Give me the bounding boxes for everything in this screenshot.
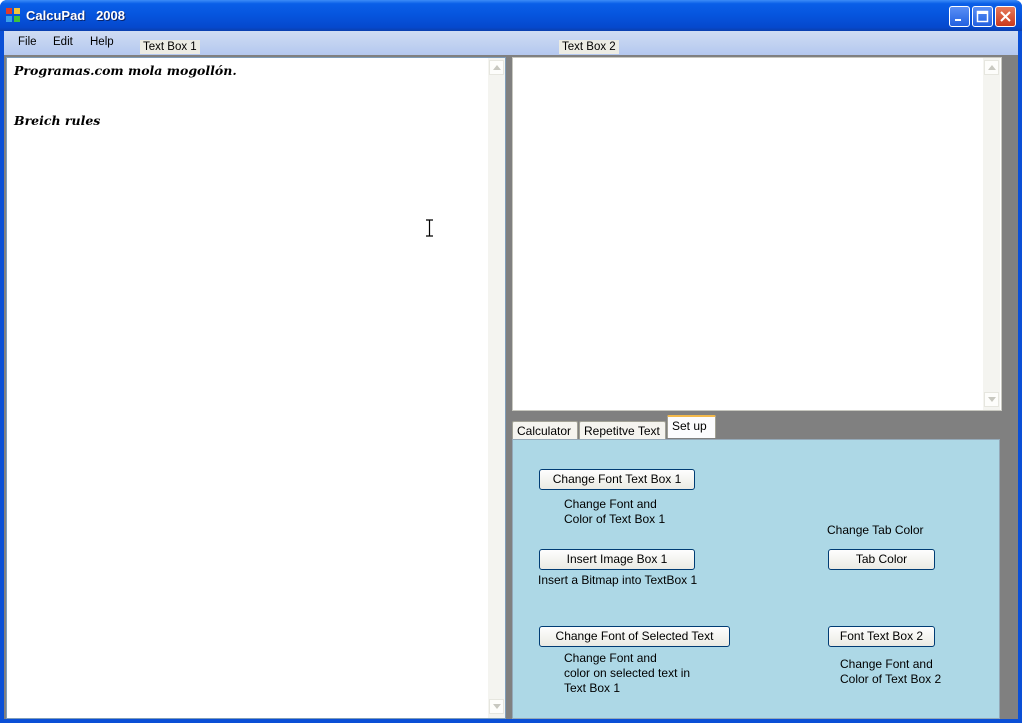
maximize-button[interactable] [972,6,993,27]
tab-setup[interactable]: Set up [667,415,716,438]
ibeam-cursor-icon [426,219,433,237]
textbox1-line: Programas.com mola mogollón. [14,63,237,78]
menu-file[interactable]: File [18,36,37,48]
tab-calculator[interactable]: Calculator [512,421,578,441]
menu-bar: File Edit Help Text Box 1 Text Box 2 [4,31,1018,55]
tab-color-button[interactable]: Tab Color [828,549,935,570]
menu-help[interactable]: Help [90,36,114,48]
scroll-up-icon[interactable] [489,60,504,75]
textbox2-label: Text Box 2 [559,40,619,54]
close-icon [1000,11,1011,22]
change-font-textbox1-description: Change Font and Color of Text Box 1 [564,497,666,526]
textbox1-line: Breich rules [14,113,101,128]
text-box-1[interactable]: Programas.com mola mogollón. Breich rule… [6,57,506,719]
insert-image-button[interactable]: Insert Image Box 1 [539,549,695,570]
textbox1-scrollbar[interactable] [488,58,505,718]
app-window: CalcuPad 2008 File Edit Help Text Box 1 … [0,0,1022,723]
minimize-button[interactable] [949,6,970,27]
setup-panel: Change Font Text Box 1 Change Font and C… [512,439,1000,719]
window-title: CalcuPad 2008 [26,8,125,23]
close-button[interactable] [995,6,1016,27]
change-font-textbox1-button[interactable]: Change Font Text Box 1 [539,469,695,490]
scroll-down-icon[interactable] [984,392,999,407]
insert-image-description: Insert a Bitmap into TextBox 1 [538,573,698,587]
maximize-icon [976,10,989,23]
change-font-selected-text-description: Change Font and color on selected text i… [564,651,691,695]
title-bar[interactable]: CalcuPad 2008 [0,0,1022,31]
menu-edit[interactable]: Edit [53,36,73,48]
textbox2-scrollbar[interactable] [983,58,1000,410]
change-font-selected-text-button[interactable]: Change Font of Selected Text [539,626,730,647]
font-textbox2-button[interactable]: Font Text Box 2 [828,626,935,647]
font-textbox2-description: Change Font and Color of Text Box 2 [840,657,942,686]
scroll-up-icon[interactable] [984,60,999,75]
minimize-icon [955,19,961,21]
textbox1-label: Text Box 1 [140,40,200,54]
tab-repetitive-text[interactable]: Repetitve Text [579,421,666,441]
app-icon [6,8,21,23]
scroll-down-icon[interactable] [489,699,504,714]
client-area: File Edit Help Text Box 1 Text Box 2 Pro… [4,31,1018,719]
change-tab-color-label: Change Tab Color [827,523,924,537]
text-box-2[interactable] [512,57,1002,411]
